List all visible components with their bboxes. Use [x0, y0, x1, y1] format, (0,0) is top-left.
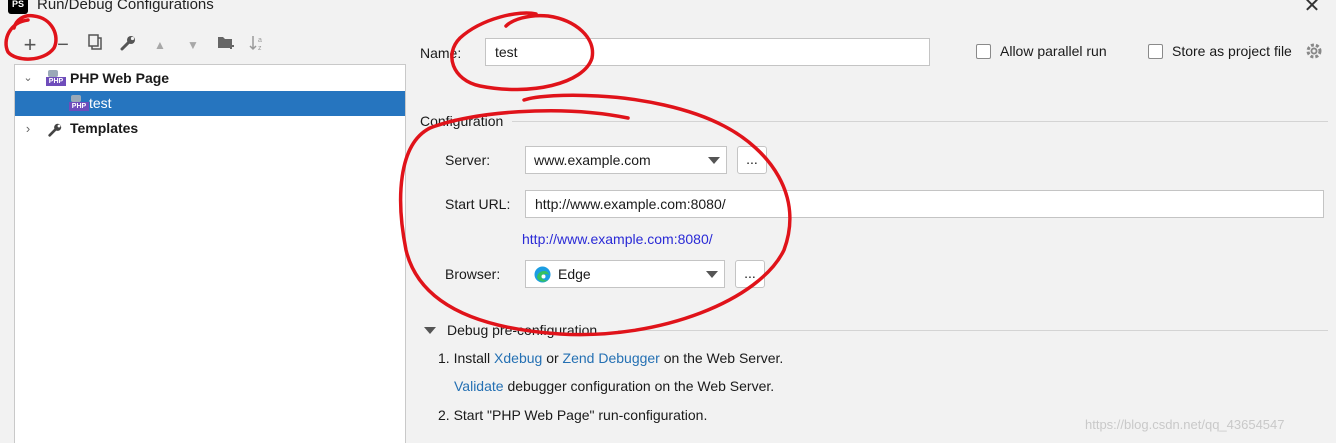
- add-configuration-button[interactable]: +: [19, 34, 41, 56]
- svg-text:z: z: [258, 45, 262, 52]
- tree-templates-label: Templates: [70, 120, 139, 136]
- configuration-section-title: Configuration: [420, 113, 504, 129]
- collapse-triangle-icon[interactable]: [424, 327, 436, 334]
- server-label: Server:: [445, 152, 491, 168]
- validate-link[interactable]: Validate: [454, 378, 504, 394]
- tree-group-templates[interactable]: › Templates: [15, 116, 405, 141]
- step1-suffix: on the Web Server.: [663, 350, 784, 366]
- browser-value: Edge: [558, 266, 591, 282]
- server-value: www.example.com: [534, 152, 651, 168]
- name-label: Name:: [420, 45, 462, 61]
- move-down-button[interactable]: ▼: [182, 34, 204, 56]
- gear-icon[interactable]: [1305, 42, 1323, 63]
- edit-templates-button[interactable]: [117, 34, 139, 56]
- edge-browser-icon: [534, 266, 551, 286]
- new-folder-button[interactable]: [215, 34, 237, 56]
- chevron-down-icon[interactable]: ⌄: [21, 66, 35, 91]
- folder-add-icon: [218, 37, 234, 49]
- close-icon[interactable]: ✕: [1300, 0, 1324, 18]
- section-divider: [512, 121, 1328, 122]
- store-as-project-file-checkbox[interactable]: [1148, 44, 1163, 59]
- tree-group-label: PHP Web Page: [70, 70, 170, 86]
- zend-debugger-link[interactable]: Zend Debugger: [563, 350, 660, 366]
- phpstorm-logo-icon: PS: [8, 0, 28, 14]
- wrench-icon: [120, 36, 135, 51]
- validate-text: Validate debugger configuration on the W…: [454, 378, 774, 394]
- start-url-label: Start URL:: [445, 196, 511, 212]
- chevron-down-icon: [708, 157, 720, 164]
- svg-text:a: a: [258, 37, 262, 44]
- xdebug-link[interactable]: Xdebug: [494, 350, 542, 366]
- browser-settings-button[interactable]: ...: [735, 260, 765, 288]
- copy-icon: [88, 34, 102, 50]
- php-web-page-icon: PHP: [46, 70, 66, 86]
- php-web-page-icon: PHP: [69, 95, 89, 111]
- validate-suffix: debugger configuration on the Web Server…: [507, 378, 775, 394]
- debug-step1-text: 1. Install Xdebug or Zend Debugger on th…: [438, 350, 783, 366]
- configuration-tree[interactable]: ⌄ PHP PHP Web Page PHP test › Templates: [14, 64, 406, 443]
- server-combobox[interactable]: www.example.com: [525, 146, 727, 174]
- sort-alphabetically-icon: az: [249, 36, 262, 52]
- copy-configuration-button[interactable]: [84, 34, 106, 56]
- store-as-project-file-label[interactable]: Store as project file: [1172, 43, 1292, 59]
- tree-group-php-web-page[interactable]: ⌄ PHP PHP Web Page: [15, 66, 405, 91]
- resolved-url-link[interactable]: http://www.example.com:8080/: [522, 231, 713, 247]
- debug-step2-text: 2. Start "PHP Web Page" run-configuratio…: [438, 407, 708, 423]
- start-url-field[interactable]: http://www.example.com:8080/: [525, 190, 1324, 218]
- section-divider: [618, 330, 1328, 331]
- server-browse-button[interactable]: ...: [737, 146, 767, 174]
- move-up-button[interactable]: ▲: [149, 34, 171, 56]
- wrench-icon: [47, 121, 63, 146]
- step1-prefix: 1. Install: [438, 350, 491, 366]
- tree-item-test[interactable]: PHP test: [15, 91, 405, 116]
- chevron-down-icon: [706, 271, 718, 278]
- sort-button[interactable]: az: [247, 34, 269, 56]
- watermark: https://blog.csdn.net/qq_43654547: [1085, 417, 1285, 432]
- debug-section-title[interactable]: Debug pre-configuration: [447, 322, 597, 338]
- browser-label: Browser:: [445, 266, 501, 282]
- window-title: Run/Debug Configurations: [37, 0, 214, 13]
- name-field[interactable]: test: [485, 38, 930, 66]
- chevron-right-icon[interactable]: ›: [21, 116, 35, 141]
- allow-parallel-run-checkbox[interactable]: [976, 44, 991, 59]
- tree-item-label: test: [89, 95, 112, 111]
- browser-combobox[interactable]: Edge: [525, 260, 725, 288]
- allow-parallel-run-label[interactable]: Allow parallel run: [1000, 43, 1107, 59]
- or-text: or: [546, 350, 559, 366]
- remove-configuration-button[interactable]: −: [52, 34, 74, 56]
